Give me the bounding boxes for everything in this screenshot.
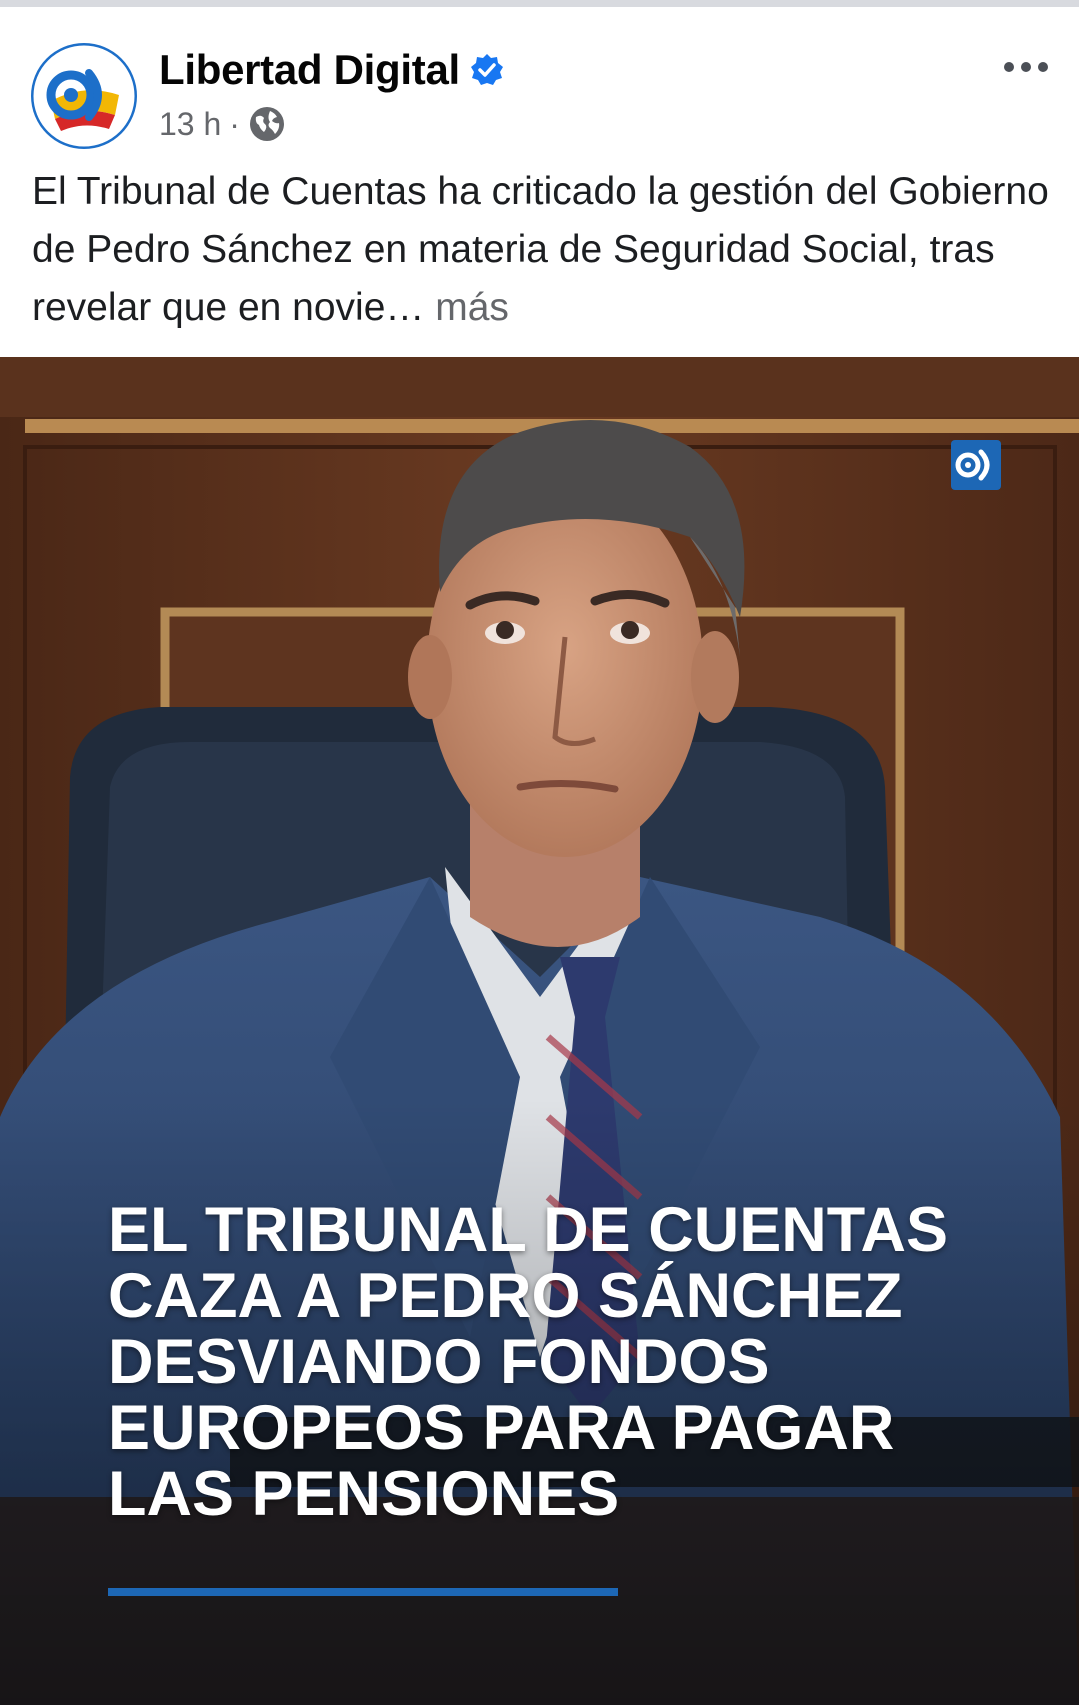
see-more-link[interactable]: más [435, 286, 509, 329]
headline-line: CAZA A PEDRO SÁNCHEZ [108, 1261, 903, 1331]
headline-line: EL TRIBUNAL DE CUENTAS [108, 1195, 949, 1265]
page-avatar[interactable] [31, 43, 137, 149]
verified-badge-icon [470, 54, 503, 85]
headline-line: EUROPEOS PARA PAGAR [108, 1393, 895, 1463]
headline-line: DESVIANDO FONDOS [108, 1327, 770, 1397]
post-time[interactable]: 13 h [159, 106, 221, 143]
headline-line: LAS PENSIONES [108, 1459, 620, 1529]
page-name[interactable]: Libertad Digital [159, 46, 460, 94]
post-text: El Tribunal de Cuentas ha criticado la g… [32, 163, 1052, 337]
top-divider [0, 0, 1079, 7]
post-image[interactable]: EL TRIBUNAL DE CUENTAS CAZA A PEDRO SÁNC… [0, 357, 1079, 1705]
globe-icon[interactable] [248, 105, 286, 143]
libertad-digital-watermark-icon [951, 440, 1001, 490]
post-header: Libertad Digital 13 h · [0, 7, 1079, 149]
more-options-button[interactable] [996, 49, 1056, 85]
post-body: El Tribunal de Cuentas ha criticado la g… [32, 170, 1049, 329]
post-meta: 13 h · [159, 103, 286, 145]
meta-separator: · [229, 105, 240, 142]
more-options-icon [1004, 62, 1014, 72]
headline-underline [108, 1588, 618, 1596]
image-headline: EL TRIBUNAL DE CUENTAS CAZA A PEDRO SÁNC… [108, 1197, 1008, 1527]
